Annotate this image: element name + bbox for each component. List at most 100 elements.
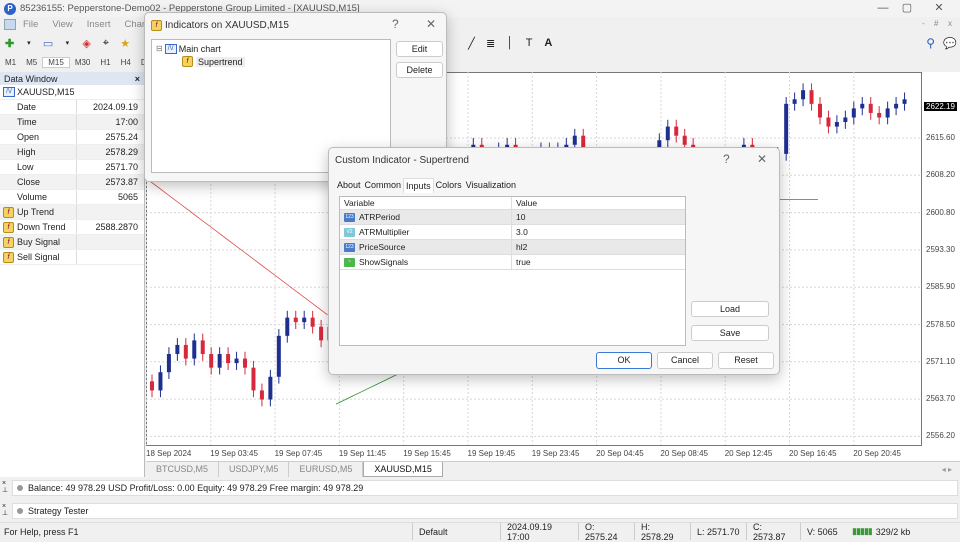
- candle-body: [276, 335, 281, 377]
- collapse-icon[interactable]: ⊟: [156, 44, 163, 53]
- text-tool-icon[interactable]: T: [523, 36, 536, 50]
- tree-child-label: Supertrend: [196, 56, 245, 67]
- dropdown-icon[interactable]: ▾: [61, 36, 74, 50]
- help-button[interactable]: ?: [392, 17, 399, 31]
- tab-xauusd[interactable]: XAUUSD,M15: [363, 462, 443, 477]
- ok-button[interactable]: OK: [596, 352, 652, 369]
- tab-inputs[interactable]: Inputs: [403, 178, 434, 193]
- timeframe-m1[interactable]: M1: [0, 58, 21, 67]
- input-row[interactable]: 123 ATRPeriod 10: [340, 210, 685, 225]
- candle-body: [801, 90, 806, 100]
- market-watch-icon[interactable]: ◈: [80, 36, 93, 50]
- tree-root-label: Main chart: [178, 43, 221, 54]
- load-button[interactable]: Load: [691, 301, 769, 317]
- menu-view[interactable]: View: [52, 19, 72, 30]
- help-button[interactable]: ?: [723, 152, 730, 166]
- data-row-value: 2573.87: [105, 177, 138, 187]
- data-row-value: 2575.24: [105, 132, 138, 142]
- dropdown-icon[interactable]: ▾: [22, 36, 35, 50]
- delete-button[interactable]: Delete: [396, 62, 443, 78]
- new-order-icon[interactable]: ✚: [3, 36, 16, 50]
- maximize-button[interactable]: ▢: [892, 0, 922, 17]
- candle-body: [183, 344, 188, 359]
- mdi-restore-button[interactable]: #: [934, 19, 938, 28]
- candle-body: [817, 103, 822, 118]
- indicator-row-label: Buy Signal: [17, 237, 61, 247]
- y-axis-label: 2593.30: [926, 244, 955, 254]
- timeframe-m15[interactable]: M15: [42, 57, 70, 68]
- connection-bars-icon: ▮▮▮▮▮: [852, 526, 873, 536]
- save-button[interactable]: Save: [691, 325, 769, 341]
- timeframe-h4[interactable]: H4: [116, 58, 136, 67]
- crosshair-icon[interactable]: ⌖: [99, 36, 112, 50]
- data-row: Time 17:00: [0, 115, 144, 130]
- timeframe-m5[interactable]: M5: [21, 58, 42, 67]
- menu-insert[interactable]: Insert: [87, 19, 111, 30]
- input-row[interactable]: 123 PriceSource hl2: [340, 240, 685, 255]
- strategy-tester-label[interactable]: Strategy Tester: [28, 506, 88, 516]
- close-button[interactable]: ✕: [924, 0, 954, 17]
- reset-button[interactable]: Reset: [718, 352, 774, 369]
- data-window-close-icon[interactable]: ×: [135, 74, 140, 84]
- fibo-tool-icon[interactable]: ≣: [484, 36, 497, 50]
- x-axis-label: 19 Sep 07:45: [274, 449, 323, 458]
- edit-button[interactable]: Edit: [396, 41, 443, 57]
- dialog-close-button[interactable]: ✕: [426, 17, 436, 31]
- candle-body: [234, 358, 239, 364]
- current-price-label: 2622.19: [924, 102, 957, 111]
- dialog-close-button[interactable]: ✕: [757, 152, 767, 166]
- tab-visualization[interactable]: Visualization: [464, 178, 518, 193]
- cancel-button[interactable]: Cancel: [657, 352, 713, 369]
- line-tool-icon[interactable]: ╱: [465, 36, 478, 50]
- timeframe-h1[interactable]: H1: [95, 58, 115, 67]
- chart-icon: /\/: [3, 87, 15, 97]
- data-row-label: Date: [0, 100, 77, 114]
- search-icon[interactable]: ⚲: [924, 36, 937, 50]
- input-variable: ATRMultiplier: [359, 227, 410, 237]
- input-value[interactable]: 10: [512, 212, 685, 222]
- data-row-label: Low: [0, 160, 77, 174]
- tab-scroll-arrows[interactable]: ◂ ▸: [942, 465, 952, 474]
- x-axis-label: 19 Sep 11:45: [338, 449, 386, 458]
- column-value: Value: [516, 198, 538, 208]
- candle-body: [784, 103, 789, 154]
- candle-body: [674, 126, 679, 136]
- chat-icon[interactable]: 💬: [943, 36, 957, 50]
- vertical-line-icon[interactable]: │: [503, 36, 516, 50]
- data-row-value: 5065: [117, 192, 138, 202]
- status-datetime: 2024.09.19 17:00: [500, 522, 578, 542]
- tab-usdjpy[interactable]: USDJPY,M5: [219, 462, 290, 477]
- symbol-label: XAUUSD,M15: [17, 87, 75, 97]
- input-value[interactable]: 3.0: [512, 227, 685, 237]
- tab-common[interactable]: Common: [363, 178, 404, 193]
- data-window-title: Data Window: [4, 73, 58, 84]
- candle-body: [158, 372, 163, 391]
- mdi-minimize-button[interactable]: -: [922, 19, 925, 28]
- input-variable: ShowSignals: [359, 257, 409, 267]
- x-axis-label: 20 Sep 16:45: [789, 449, 837, 458]
- input-value[interactable]: true: [512, 257, 685, 267]
- tab-eurusd[interactable]: EURUSD,M5: [289, 462, 364, 477]
- menu-file[interactable]: File: [23, 19, 38, 30]
- y-axis-label: 2615.60: [926, 133, 955, 142]
- tab-colors[interactable]: Colors: [434, 178, 464, 193]
- status-low: L: 2571.70: [690, 523, 746, 540]
- label-tool-icon[interactable]: A: [542, 36, 555, 50]
- mdi-close-button[interactable]: x: [948, 19, 952, 28]
- tree-item-main-chart[interactable]: ⊟ /\/ Main chart: [152, 42, 390, 55]
- panel-close-icon[interactable]: × ⊥: [2, 503, 8, 517]
- tree-item-supertrend[interactable]: f Supertrend: [152, 55, 390, 68]
- input-row[interactable]: V2 ATRMultiplier 3.0: [340, 225, 685, 240]
- indicator-row: f Sell Signal: [0, 250, 144, 265]
- profiles-icon[interactable]: ▭: [42, 36, 55, 50]
- x-axis-label: 20 Sep 20:45: [853, 449, 901, 458]
- status-close: C: 2573.87: [746, 522, 800, 542]
- input-row[interactable]: ~ ShowSignals true: [340, 255, 685, 270]
- candle-body: [809, 90, 814, 104]
- tab-btcusd[interactable]: BTCUSD,M5: [146, 462, 220, 477]
- timeframe-m30[interactable]: M30: [70, 58, 96, 67]
- input-value[interactable]: hl2: [512, 242, 685, 252]
- panel-close-icon[interactable]: × ⊥: [2, 480, 8, 494]
- favorites-icon[interactable]: ★: [119, 36, 132, 50]
- tab-about[interactable]: About: [335, 178, 363, 193]
